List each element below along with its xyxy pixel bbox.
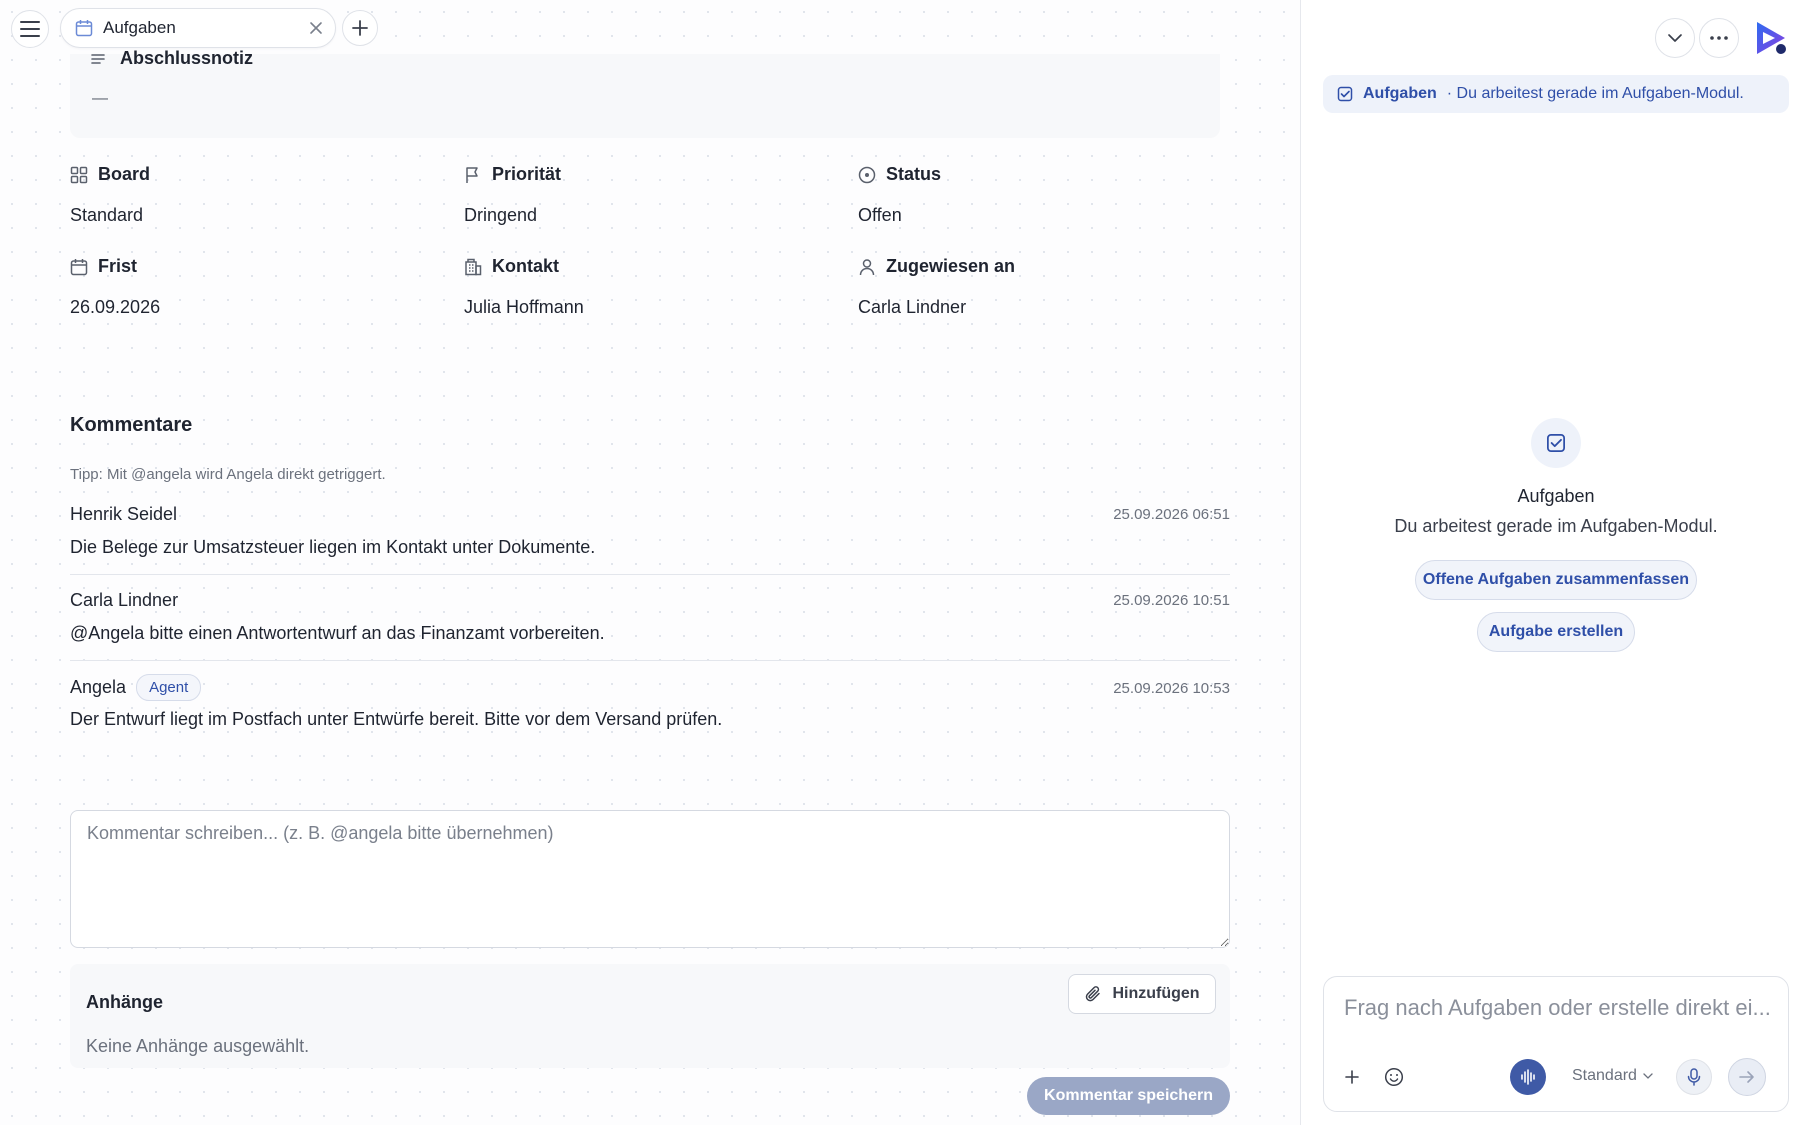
field-label: Priorität xyxy=(492,164,562,184)
tab-aufgaben[interactable]: Aufgaben xyxy=(60,8,336,48)
comment-item: Henrik Seidel 25.09.2026 06:51 Die Beleg… xyxy=(70,504,1230,558)
field-value: 26.09.2026 xyxy=(70,297,161,317)
plus-icon xyxy=(1345,1070,1359,1084)
comments-title: Kommentare xyxy=(70,414,193,436)
more-dots-icon xyxy=(1710,36,1728,40)
status-circle-icon xyxy=(858,166,876,184)
field-label: Status xyxy=(886,164,942,184)
save-comment-button[interactable]: Kommentar speichern xyxy=(1027,1077,1230,1115)
collapse-button[interactable] xyxy=(1655,18,1695,58)
model-select-value: Standard xyxy=(1572,1067,1637,1084)
assistant-panel: Aufgaben · Du arbeitest gerade im Aufgab… xyxy=(1300,0,1800,1125)
add-button[interactable] xyxy=(1334,1059,1370,1095)
chat-input[interactable] xyxy=(1344,995,1774,1021)
calendar-icon xyxy=(75,19,93,37)
comment-time: 25.09.2026 10:51 xyxy=(1113,592,1230,609)
hamburger-icon xyxy=(20,21,40,37)
field-value: Dringend xyxy=(464,205,538,225)
divider xyxy=(70,660,1230,661)
microphone-button[interactable] xyxy=(1676,1059,1712,1095)
close-icon[interactable] xyxy=(309,21,323,35)
chevron-down-icon xyxy=(1668,34,1682,42)
building-icon xyxy=(464,258,482,276)
field-priority[interactable]: Priorität Dringend xyxy=(464,164,844,226)
voice-mode-button[interactable] xyxy=(1510,1059,1546,1095)
comment-time: 25.09.2026 10:53 xyxy=(1113,680,1230,697)
comment-item: Carla Lindner 25.09.2026 10:51 @Angela b… xyxy=(70,590,1230,644)
chevron-down-icon xyxy=(1643,1072,1653,1079)
user-icon xyxy=(858,258,876,276)
comment-text: @Angela bitte einen Antwortentwurf an da… xyxy=(70,623,605,643)
add-attachment-button[interactable]: Hinzufügen xyxy=(1068,974,1216,1014)
comment-input[interactable] xyxy=(70,810,1230,948)
closing-note-value: — xyxy=(92,90,108,107)
tab-label: Aufgaben xyxy=(103,18,176,37)
field-assignee[interactable]: Zugewiesen an Carla Lindner xyxy=(858,256,1238,318)
comment-author-row: Angela Agent xyxy=(70,674,202,701)
divider xyxy=(70,574,1230,575)
comment-author: Henrik Seidel xyxy=(70,504,178,524)
arrow-right-icon xyxy=(1739,1071,1754,1083)
field-value: Standard xyxy=(70,205,144,225)
more-options-button[interactable] xyxy=(1699,18,1739,58)
field-status[interactable]: Status Offen xyxy=(858,164,1238,226)
context-bar: Aufgaben · Du arbeitest gerade im Aufgab… xyxy=(1323,75,1789,113)
emoji-button[interactable] xyxy=(1376,1059,1412,1095)
add-attachment-label: Hinzufügen xyxy=(1112,985,1200,1002)
field-label: Frist xyxy=(98,256,138,276)
waveform-icon xyxy=(1521,1069,1535,1085)
attachments-section: Anhänge Hinzufügen Keine Anhänge ausgewä… xyxy=(70,964,1230,1068)
paperclip-icon xyxy=(1084,985,1102,1003)
context-subtitle: · Du arbeitest gerade im Aufgaben-Modul. xyxy=(1446,85,1744,102)
comments-tip: Tipp: Mit @angela wird Angela direkt get… xyxy=(70,466,386,483)
field-due-date[interactable]: Frist 26.09.2026 xyxy=(70,256,450,318)
brand-logo xyxy=(1751,18,1791,58)
task-detail: Abschlussnotiz — Board Standard Prioritä… xyxy=(0,48,1300,1125)
chat-composer: Standard xyxy=(1323,976,1789,1112)
comment-author: Carla Lindner xyxy=(70,590,179,610)
agent-badge: Agent xyxy=(136,674,202,701)
menu-button[interactable] xyxy=(11,10,49,48)
smiley-icon xyxy=(1384,1067,1404,1087)
checkbox-icon xyxy=(1337,86,1353,102)
new-tab-button[interactable] xyxy=(342,10,378,46)
comment-time: 25.09.2026 06:51 xyxy=(1113,506,1230,523)
suggestion-create-task-button[interactable]: Aufgabe erstellen xyxy=(1477,612,1635,652)
model-select[interactable]: Standard xyxy=(1572,1067,1653,1085)
comment-author: Angela xyxy=(70,677,127,697)
field-value: Offen xyxy=(858,205,902,225)
plus-icon xyxy=(352,20,368,36)
empty-state-subtitle: Du arbeitest gerade im Aufgaben-Modul. xyxy=(1394,516,1718,536)
checkbox-icon xyxy=(1531,418,1581,468)
empty-state-title: Aufgaben xyxy=(1517,486,1595,506)
field-value: Julia Hoffmann xyxy=(464,297,584,317)
calendar-icon xyxy=(70,258,88,276)
attachments-title: Anhänge xyxy=(86,992,164,1012)
field-label: Kontakt xyxy=(492,256,559,276)
field-board[interactable]: Board Standard xyxy=(70,164,450,226)
grid-icon xyxy=(70,166,88,184)
comment-text: Die Belege zur Umsatzsteuer liegen im Ko… xyxy=(70,537,596,557)
comment-text: Der Entwurf liegt im Postfach unter Entw… xyxy=(70,709,723,729)
suggestion-summarize-button[interactable]: Offene Aufgaben zusammenfassen xyxy=(1415,560,1697,600)
field-value: Carla Lindner xyxy=(858,297,967,317)
field-label: Board xyxy=(98,164,151,184)
tab-bar: Aufgaben xyxy=(0,0,1300,54)
comment-item: Angela Agent 25.09.2026 10:53 Der Entwur… xyxy=(70,674,1230,730)
closing-note-section: Abschlussnotiz — xyxy=(70,48,1220,138)
microphone-icon xyxy=(1687,1068,1701,1086)
field-label: Zugewiesen an xyxy=(886,256,1016,276)
closing-note-label: Abschlussnotiz xyxy=(120,48,254,68)
field-contact[interactable]: Kontakt Julia Hoffmann xyxy=(464,256,844,318)
send-button[interactable] xyxy=(1728,1058,1766,1096)
flag-icon xyxy=(464,166,482,184)
attachments-empty: Keine Anhänge ausgewählt. xyxy=(86,1036,310,1056)
text-lines-icon xyxy=(90,52,106,66)
context-title: Aufgaben xyxy=(1363,85,1437,102)
